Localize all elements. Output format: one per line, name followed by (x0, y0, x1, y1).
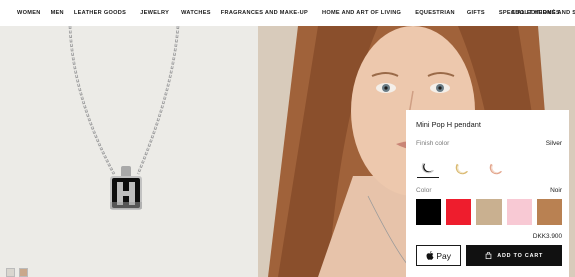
finish-color-value: Silver (545, 140, 562, 147)
nav-item-women[interactable]: WOMEN (17, 10, 41, 16)
finish-option-gold[interactable] (451, 156, 473, 178)
finish-row: Finish color Silver (416, 140, 562, 147)
nav-item-about-hermes[interactable]: ABOUT HERMÈS (511, 10, 560, 16)
pendant-illustration (68, 26, 180, 210)
finish-option-silver[interactable] (417, 156, 439, 178)
nav-item-jewelry[interactable]: JEWELRY (140, 10, 169, 16)
color-swatch-5[interactable] (536, 199, 563, 225)
finish-options (416, 156, 562, 178)
color-swatches (416, 199, 563, 225)
product-price: DKK3.900 (532, 233, 562, 240)
color-swatch-3[interactable] (476, 199, 502, 225)
nav-menu: WOMEN MEN LEATHER GOODS JEWELRY WATCHES FRAGR… (17, 10, 575, 16)
color-row: Color Noir (416, 187, 562, 194)
product-image-pendant (0, 26, 258, 277)
color-swatch-4[interactable] (506, 199, 532, 225)
rose-gold-finish-icon (489, 163, 502, 174)
thumbnail-2[interactable] (19, 268, 28, 277)
nav-item-gifts[interactable]: GIFTS (467, 10, 485, 16)
apple-pay-button[interactable]: Pay (416, 245, 462, 266)
bag-icon (485, 252, 492, 259)
color-swatch-1[interactable] (416, 199, 442, 225)
apple-icon (426, 251, 434, 260)
thumbnail-1[interactable] (6, 268, 15, 277)
silver-finish-icon (421, 162, 434, 174)
color-value: Noir (550, 187, 562, 194)
add-to-cart-label: ADD TO CART (497, 252, 544, 259)
image-thumbnails (6, 268, 28, 277)
color-swatch-2[interactable] (446, 199, 472, 225)
nav-item-home-and-art-of-living[interactable]: HOME AND ART OF LIVING (322, 10, 401, 16)
finish-option-rose-gold[interactable] (485, 156, 507, 178)
gold-finish-icon (455, 163, 468, 174)
nav-item-equestrian[interactable]: EQUESTRIAN (415, 10, 455, 16)
nav-item-fragrances-and-make-up[interactable]: FRAGRANCES AND MAKE-UP (221, 10, 308, 16)
color-label: Color (416, 187, 432, 194)
nav-item-men[interactable]: MEN (51, 10, 64, 16)
apple-pay-label: Pay (436, 250, 452, 261)
product-title: Mini Pop H pendant (416, 120, 481, 129)
purchase-buttons: Pay ADD TO CART (416, 245, 562, 266)
nav-item-watches[interactable]: WATCHES (181, 10, 211, 16)
nav-item-leather-goods[interactable]: LEATHER GOODS (74, 10, 126, 16)
finish-color-label: Finish color (416, 140, 450, 147)
product-panel: Mini Pop H pendant Finish color Silver C… (406, 110, 569, 277)
add-to-cart-button[interactable]: ADD TO CART (466, 245, 562, 266)
top-navigation: WOMEN MEN LEATHER GOODS JEWELRY WATCHES FRAGR… (0, 0, 575, 26)
